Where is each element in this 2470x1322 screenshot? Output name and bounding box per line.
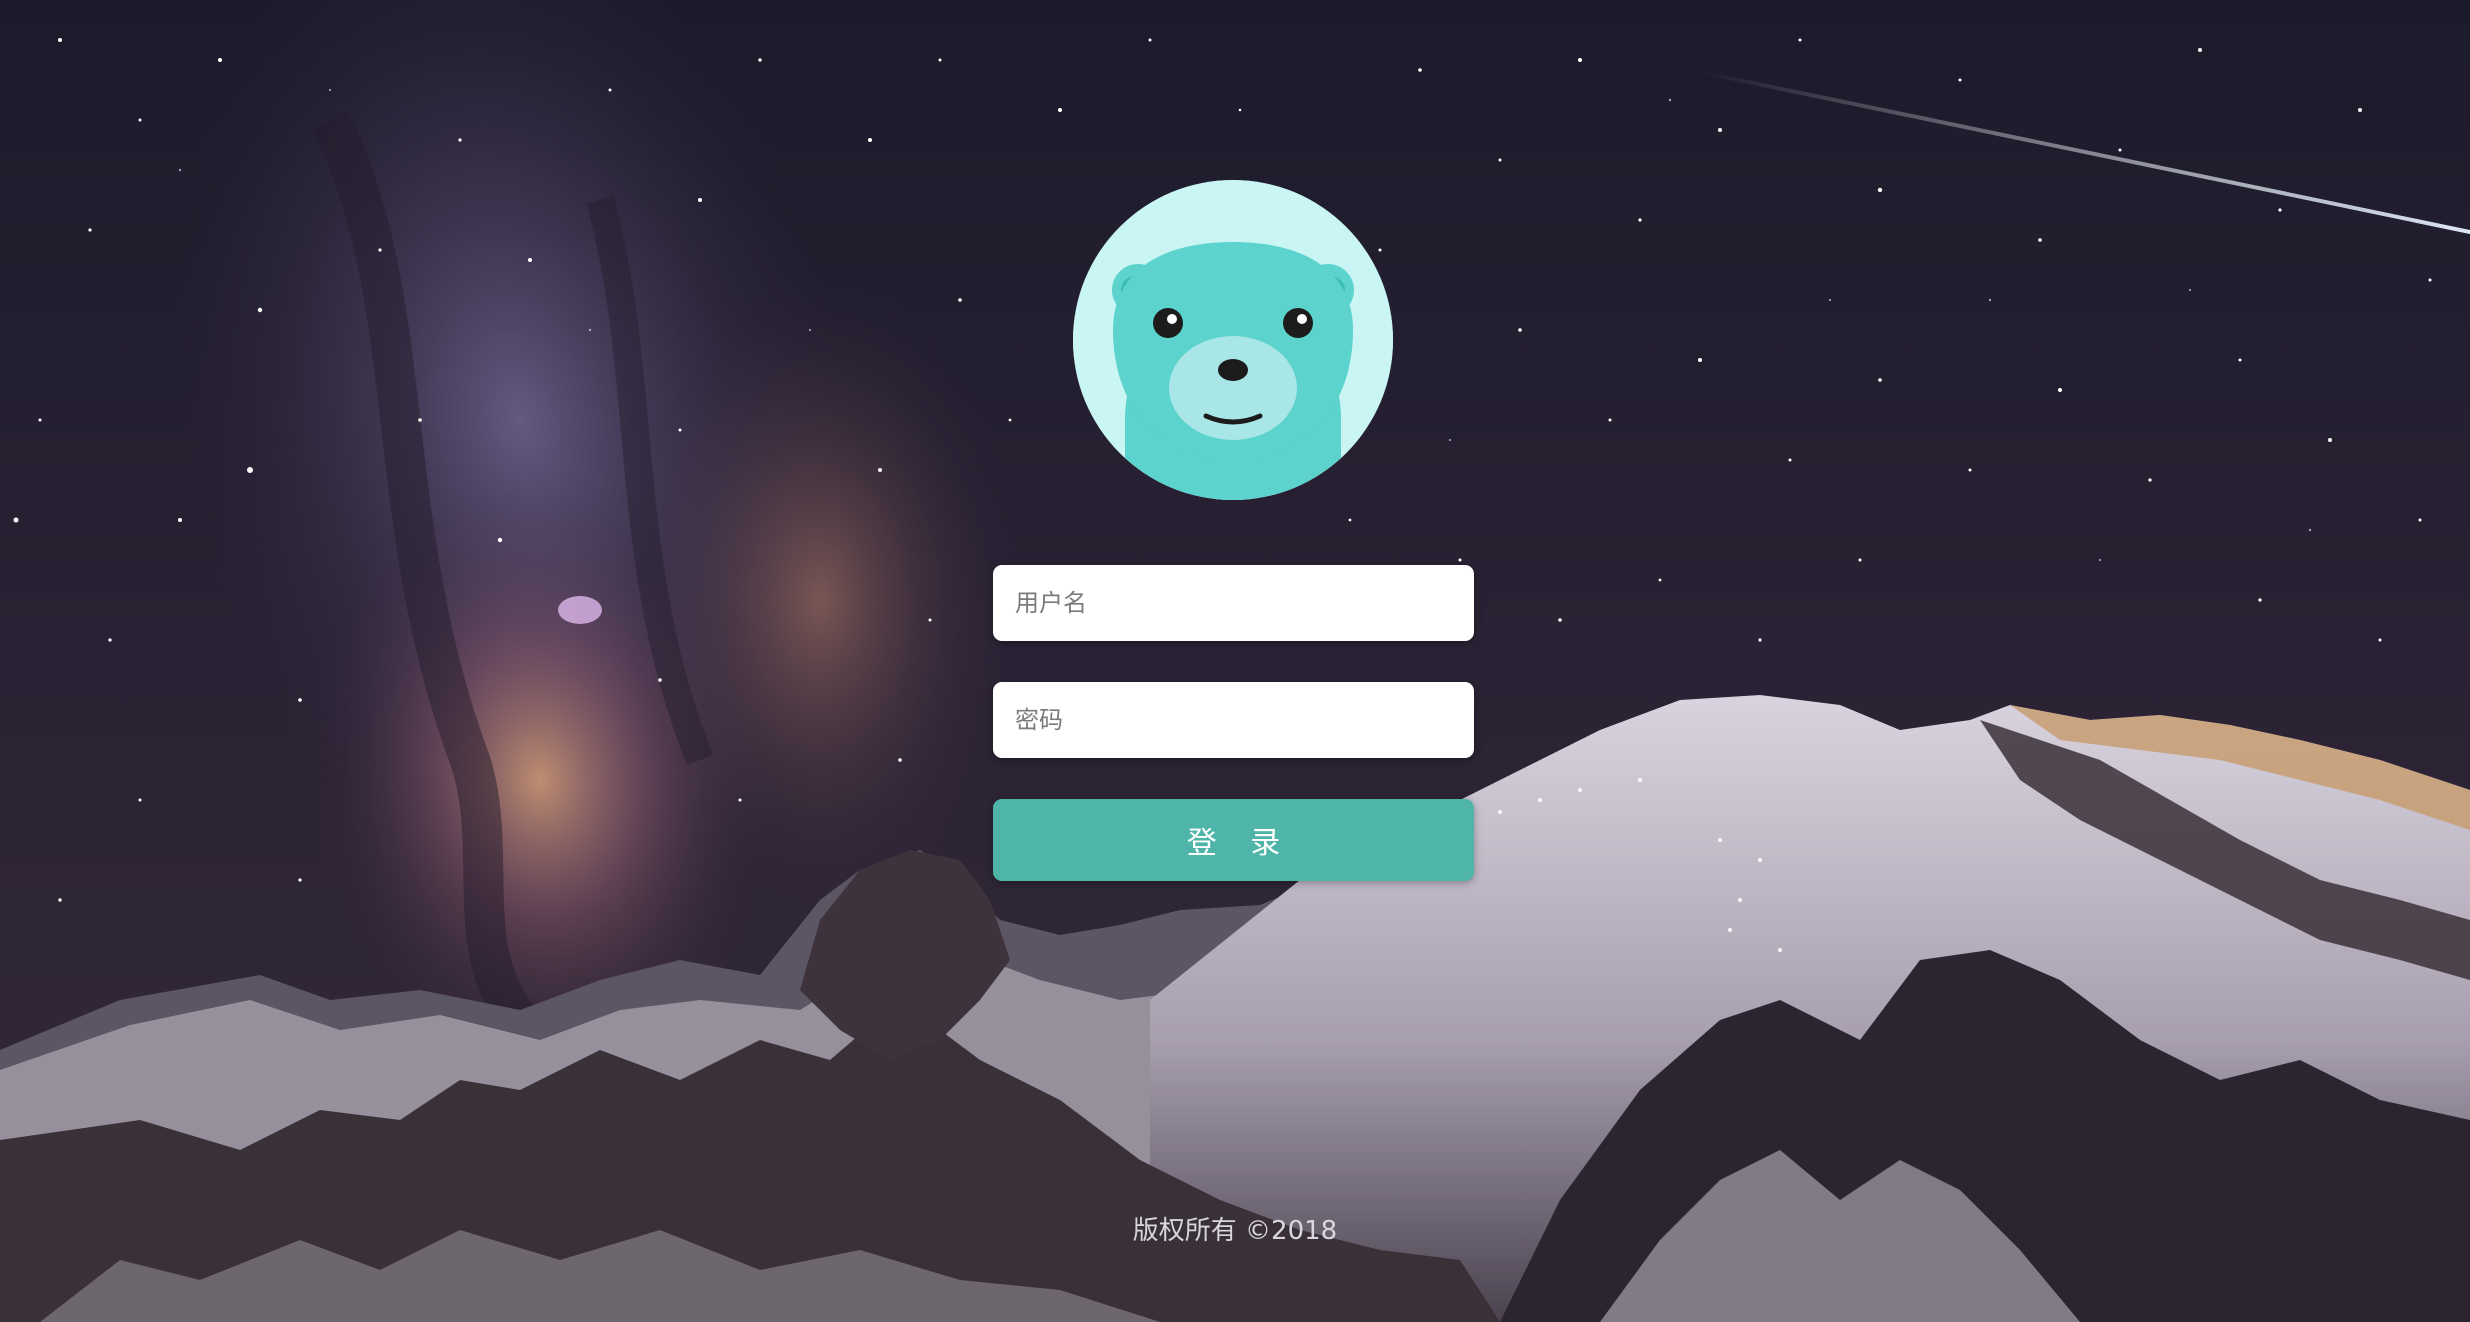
login-button[interactable]: 登 录 — [993, 799, 1474, 881]
password-input[interactable] — [993, 682, 1474, 758]
bear-icon — [1073, 180, 1393, 500]
copyright-footer: 版权所有 ©2018 — [1132, 1216, 1338, 1246]
login-form: 登 录 — [993, 0, 1474, 1322]
username-input[interactable] — [993, 565, 1474, 641]
login-page: 登 录 版权所有 ©2018 — [0, 0, 2470, 1322]
username-field-wrapper — [993, 565, 1474, 641]
password-field-wrapper — [993, 682, 1474, 758]
